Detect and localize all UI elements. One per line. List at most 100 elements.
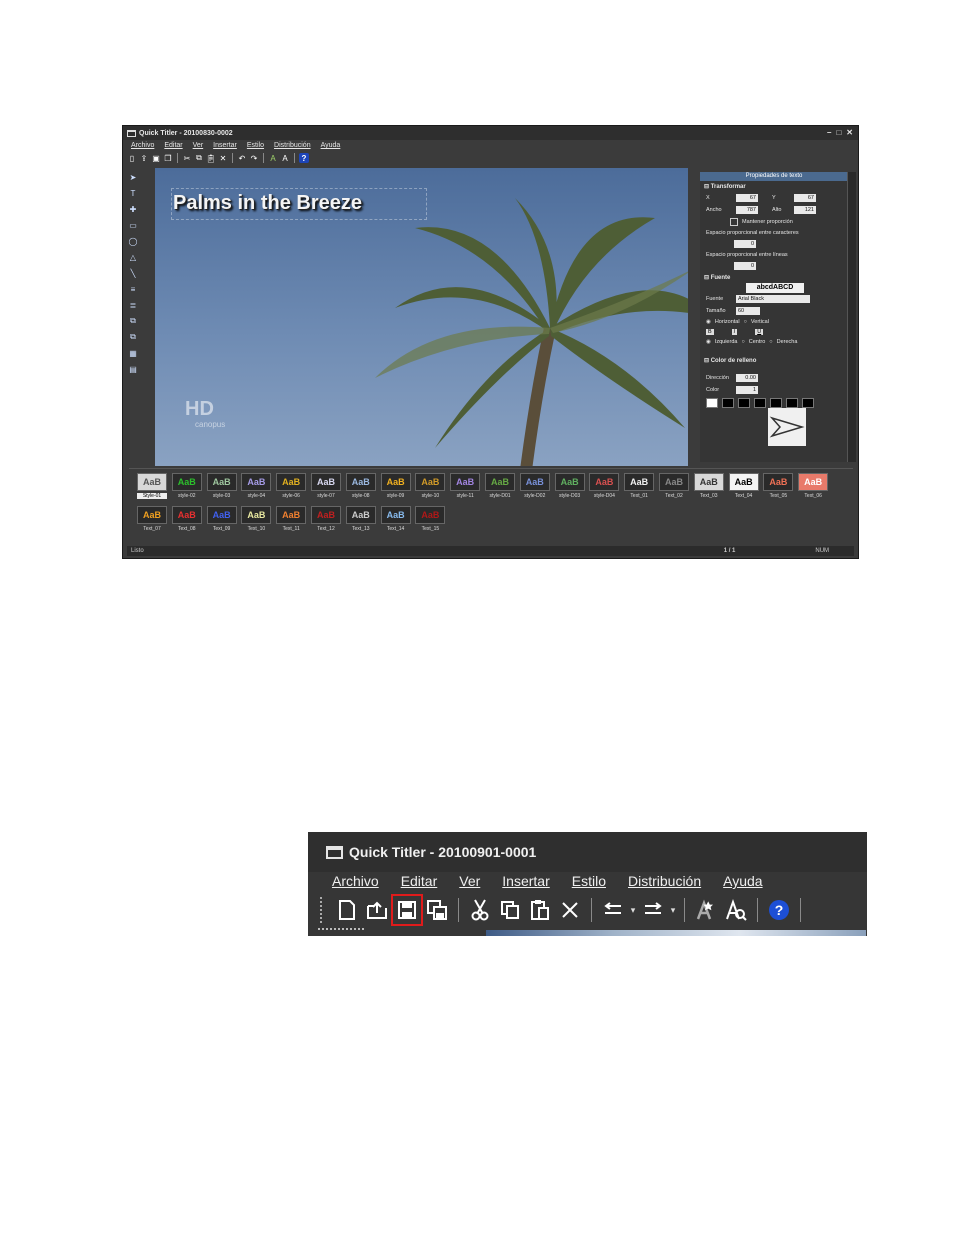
style-preset[interactable]: AaB style-D04 [589, 473, 620, 499]
canvas-title-text[interactable]: Palms in the Breeze [173, 192, 362, 215]
undo-dropdown-icon[interactable]: ▾ [628, 905, 638, 916]
color-swatch[interactable] [754, 398, 766, 408]
delete-icon[interactable]: ✕ [218, 153, 228, 163]
rectangle-tool-icon[interactable]: ▭ [127, 219, 139, 231]
properties-scrollbar[interactable] [847, 172, 856, 462]
color-swatch[interactable] [706, 398, 718, 408]
redo-icon[interactable] [638, 895, 668, 925]
paste-icon[interactable] [525, 895, 555, 925]
vertical-radio[interactable]: ○ [744, 319, 747, 325]
direction-field[interactable]: 0.00 [736, 374, 758, 382]
x-field[interactable]: 67 [736, 194, 758, 202]
menu-ayuda[interactable]: Ayuda [321, 142, 341, 149]
size-field[interactable]: 60 [736, 307, 760, 315]
style-preset[interactable]: AaB style-09 [380, 473, 411, 499]
select-tool-icon[interactable]: ➤ [127, 171, 139, 183]
center-radio[interactable]: ○ [741, 339, 744, 345]
object-toolbar-grip[interactable] [318, 928, 364, 930]
maximize-icon[interactable]: □ [836, 128, 841, 137]
menu-distribucion[interactable]: Distribución [274, 142, 311, 149]
safe-area-icon[interactable]: ▤ [127, 363, 139, 375]
char-spacing-field[interactable]: 0 [734, 240, 756, 248]
style-preset[interactable]: AaB Text_05 [763, 473, 794, 499]
save-icon[interactable] [391, 894, 423, 926]
width-field[interactable]: 787 [736, 206, 758, 214]
color-swatch[interactable] [786, 398, 798, 408]
cut-icon[interactable] [465, 895, 495, 925]
menu-archivo[interactable]: Archivo [332, 873, 379, 889]
menu-editar[interactable]: Editar [164, 142, 182, 149]
title-canvas[interactable]: Palms in the Breeze HD canopus [155, 168, 688, 466]
line-spacing-field[interactable]: 0 [734, 262, 756, 270]
image-tool-icon[interactable]: ✚ [127, 203, 139, 215]
help-icon[interactable]: ? [764, 895, 794, 925]
style-preset[interactable]: AaB Text_08 [171, 506, 202, 532]
font-icon[interactable] [721, 895, 751, 925]
copy-icon[interactable]: ⧉ [194, 153, 204, 163]
color-swatch[interactable] [738, 398, 750, 408]
style-preset[interactable]: AaB Style-01 [137, 473, 167, 499]
minimize-icon[interactable]: – [827, 128, 831, 137]
style-preset[interactable]: AaB Text_07 [137, 506, 167, 532]
style-preset[interactable]: AaB style-11 [450, 473, 481, 499]
open-icon[interactable] [362, 895, 392, 925]
ellipse-tool-icon[interactable]: ◯ [127, 235, 139, 247]
style-preset[interactable]: AaB style-08 [345, 473, 376, 499]
color-swatch[interactable] [802, 398, 814, 408]
font-section[interactable]: ⊟ Fuente [700, 272, 848, 283]
y-field[interactable]: 67 [794, 194, 816, 202]
color-swatch[interactable] [770, 398, 782, 408]
undo-icon[interactable] [598, 895, 628, 925]
style-preset[interactable]: AaB Text_06 [798, 473, 829, 499]
open-icon[interactable]: ⇪ [139, 153, 149, 163]
right-radio[interactable]: ○ [769, 339, 772, 345]
layer-up-icon[interactable]: ⧉ [127, 315, 139, 327]
style-preset[interactable]: AaB style-06 [276, 473, 307, 499]
style-preset[interactable]: AaB style-D03 [554, 473, 585, 499]
style-preset[interactable]: AaB Text_01 [624, 473, 655, 499]
text-style-icon[interactable]: A [268, 153, 278, 163]
italic-button[interactable]: I [731, 329, 738, 335]
delete-icon[interactable] [555, 895, 585, 925]
color-swatch[interactable] [722, 398, 734, 408]
style-preset[interactable]: AaB Text_11 [276, 506, 307, 532]
style-preset[interactable]: AaB Text_14 [380, 506, 411, 532]
close-icon[interactable]: ✕ [846, 128, 853, 137]
toolbar-grip[interactable] [320, 897, 324, 923]
color-field[interactable]: 1 [736, 386, 758, 394]
style-preset[interactable]: AaB style-10 [415, 473, 446, 499]
menu-ver[interactable]: Ver [459, 873, 480, 889]
style-preset[interactable]: AaB style-04 [241, 473, 272, 499]
align-tool-icon[interactable]: ≡ [127, 283, 139, 295]
horizontal-radio[interactable]: ◉ [706, 319, 711, 325]
cut-icon[interactable]: ✂ [182, 153, 192, 163]
save-icon[interactable]: ▣ [151, 153, 161, 163]
save-as-icon[interactable]: ❐ [163, 153, 173, 163]
menu-archivo[interactable]: Archivo [131, 142, 154, 149]
style-preset[interactable]: AaB Text_15 [415, 506, 446, 532]
style-preset[interactable]: AaB style-D02 [519, 473, 550, 499]
layer-down-icon[interactable]: ⧉ [127, 331, 139, 343]
distribute-tool-icon[interactable]: ≣ [127, 299, 139, 311]
menu-ayuda[interactable]: Ayuda [723, 873, 762, 889]
font-dropdown[interactable]: Arial Black [736, 295, 810, 303]
paste-icon[interactable]: 📋︎ [206, 153, 216, 163]
style-preset[interactable]: AaB style-03 [206, 473, 237, 499]
keep-ratio-checkbox[interactable] [730, 218, 738, 226]
style-preset[interactable]: AaB Text_04 [728, 473, 759, 499]
menu-editar[interactable]: Editar [401, 873, 438, 889]
style-preset[interactable]: AaB style-02 [171, 473, 202, 499]
style-preset[interactable]: AaB Text_02 [659, 473, 689, 499]
style-preset[interactable]: AaB Text_09 [206, 506, 237, 532]
menu-insertar[interactable]: Insertar [213, 142, 237, 149]
menu-insertar[interactable]: Insertar [502, 873, 549, 889]
redo-dropdown-icon[interactable]: ▾ [668, 905, 678, 916]
gradient-direction-preview[interactable] [768, 408, 806, 446]
left-radio[interactable]: ◉ [706, 339, 711, 345]
text-tool-icon[interactable]: T [127, 187, 139, 199]
style-preset[interactable]: AaB style-07 [311, 473, 341, 499]
transform-section[interactable]: ⊟ Transformar [700, 181, 848, 192]
menu-estilo[interactable]: Estilo [572, 873, 606, 889]
fill-section[interactable]: ⊟ Color de relleno [700, 355, 848, 366]
style-preset[interactable]: AaB Text_13 [345, 506, 376, 532]
